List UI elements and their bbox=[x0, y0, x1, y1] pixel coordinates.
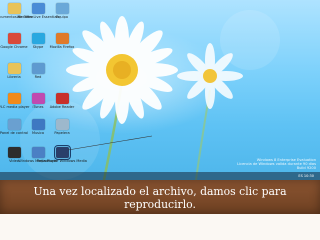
slide: Documentos de OfficeWindows Live Essenti… bbox=[0, 0, 320, 240]
taskbar: ES 10:30 bbox=[0, 172, 320, 180]
watermark-line-3: Build 9200 bbox=[296, 166, 316, 171]
slide-caption: Una vez localizado el archivo, damos cli… bbox=[33, 185, 287, 211]
system-tray[interactable]: ES 10:30 bbox=[298, 174, 314, 178]
slide-footer bbox=[0, 214, 320, 240]
windows-watermark: Windows 8 Enterprise Evaluation Licencia… bbox=[237, 158, 316, 171]
desktop: Documentos de OfficeWindows Live Essenti… bbox=[0, 0, 320, 180]
pointer-line bbox=[67, 135, 153, 151]
